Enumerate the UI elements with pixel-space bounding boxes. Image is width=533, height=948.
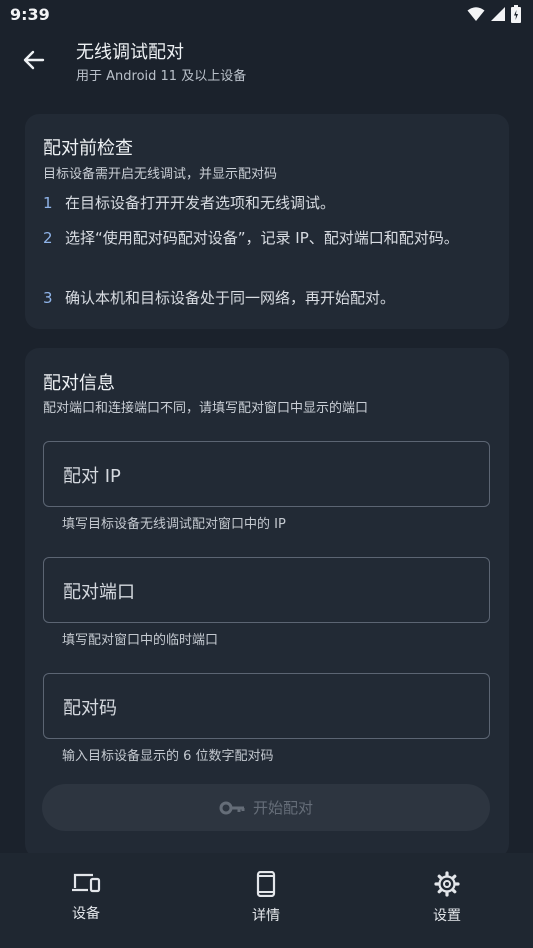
status-bar: 9:39 [0,0,533,30]
field-help-text: 填写目标设备无线调试配对窗口中的 IP [62,517,286,532]
pairing-checklist-card: 配对前检查 目标设备需开启无线调试，并显示配对码 1 在目标设备打开开发者选项和… [25,114,509,329]
step-text: 选择“使用配对码配对设备”，记录 IP、配对端口和配对码。 [65,229,459,247]
arrow-back-icon [23,50,45,70]
info-subtitle: 配对端口和连接端口不同，请填写配对窗口中显示的端口 [43,401,369,416]
pairing-info-card: 配对信息 配对端口和连接端口不同，请填写配对窗口中显示的端口 配对 IP 填写目… [25,348,509,858]
step-number: 1 [43,194,53,212]
bottom-nav: 设备 详情 设置 [0,853,533,948]
step-text: 在目标设备打开开发者选项和无线调试。 [65,194,336,212]
pairing-ip-field[interactable]: 配对 IP [43,441,490,507]
checklist-step: 2 选择“使用配对码配对设备”，记录 IP、配对端口和配对码。 [43,226,493,250]
field-label: 配对码 [63,698,117,719]
step-number: 3 [43,289,53,307]
devices-icon [72,873,101,893]
status-icons [467,5,521,23]
checklist-subtitle: 目标设备需开启无线调试，并显示配对码 [43,167,278,182]
status-time: 9:39 [10,5,50,24]
battery-icon [511,5,521,23]
signal-icon [491,7,505,21]
nav-item-devices[interactable]: 设备 [26,871,146,923]
app-bar: 无线调试配对 用于 Android 11 及以上设备 [0,30,533,94]
wifi-icon [467,7,485,21]
page-title: 无线调试配对 [76,42,184,63]
checklist-title: 配对前检查 [43,138,133,159]
nav-label: 设备 [72,906,100,922]
start-pairing-label: 开始配对 [252,799,313,817]
nav-item-details[interactable]: 详情 [206,871,326,925]
page-subtitle: 用于 Android 11 及以上设备 [76,69,247,84]
field-help-text: 填写配对窗口中的临时端口 [62,633,219,648]
back-button[interactable] [14,44,54,76]
phone-icon [256,871,276,897]
pairing-port-field[interactable]: 配对端口 [43,557,490,623]
info-title: 配对信息 [43,373,115,394]
checklist-step: 1 在目标设备打开开发者选项和无线调试。 [43,191,493,215]
key-icon [219,801,245,814]
nav-label: 详情 [252,908,280,924]
checklist-step: 3 确认本机和目标设备处于同一网络，再开始配对。 [43,286,493,310]
nav-label: 设置 [433,908,461,924]
start-pairing-button[interactable]: 开始配对 [42,784,490,831]
field-label: 配对 IP [63,466,121,487]
gear-icon [434,871,460,897]
step-text: 确认本机和目标设备处于同一网络，再开始配对。 [65,289,396,307]
pairing-code-field[interactable]: 配对码 [43,673,490,739]
nav-item-settings[interactable]: 设置 [387,871,507,925]
field-label: 配对端口 [63,582,135,603]
screen: 9:39 无线调试配对 用于 Android 11 及以上设备 配对前检查 目标… [0,0,533,948]
step-number: 2 [43,229,53,247]
field-help-text: 输入目标设备显示的 6 位数字配对码 [62,749,274,764]
